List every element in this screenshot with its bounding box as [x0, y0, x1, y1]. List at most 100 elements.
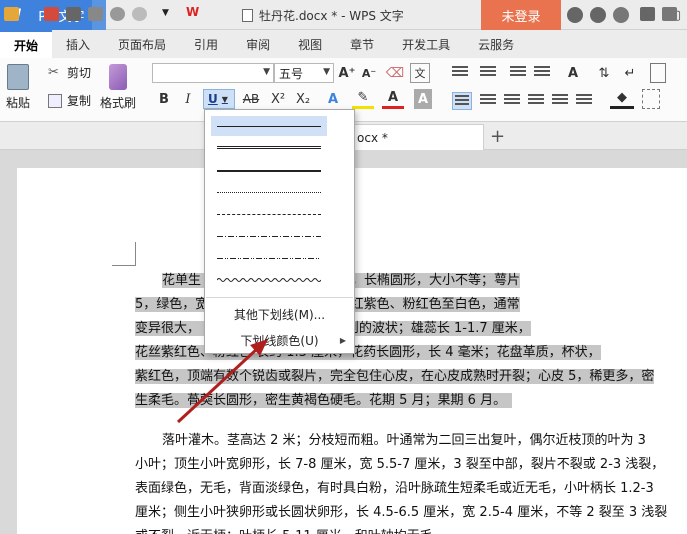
export-pdf-icon[interactable]: [44, 7, 59, 21]
chevron-down-icon[interactable]: ▼: [222, 95, 228, 104]
chinese-layout-icon[interactable]: A: [562, 63, 584, 83]
other-underline-item[interactable]: 其他下划线(M)...: [205, 303, 354, 325]
font-size-value: 五号: [279, 66, 304, 81]
justify-icon[interactable]: [528, 94, 544, 108]
underline-style-thick[interactable]: [211, 160, 327, 180]
format-painter-label: 格式刷: [100, 96, 137, 110]
tab-insert[interactable]: 插入: [52, 30, 104, 58]
text-line: 落叶灌木。茎高达 2 米；分枝短而粗。叶通常为二回三出复叶，偶尔近枝顶的叶为 3: [162, 433, 646, 448]
text-line: 生柔毛。蓇葖长圆形，密生黄褐色硬毛。花期 5 月；果期 6 月。: [135, 393, 513, 408]
numbered-list-icon[interactable]: [480, 66, 496, 80]
subscript-button[interactable]: X₂: [292, 89, 314, 109]
underline-button[interactable]: U ▼: [203, 89, 235, 109]
print-icon[interactable]: [66, 7, 81, 21]
italic-button[interactable]: I: [180, 89, 196, 109]
bold-button[interactable]: B: [156, 89, 172, 109]
tab-cloud[interactable]: 云服务: [464, 30, 528, 58]
font-color-button[interactable]: A: [382, 89, 404, 109]
paragraph-2[interactable]: 落叶灌木。茎高达 2 米；分枝短而粗。叶通常为二回三出复叶，偶尔近枝顶的叶为 3…: [135, 429, 687, 534]
settings-icon[interactable]: [590, 7, 606, 23]
customize-chevron-icon[interactable]: ▼: [162, 8, 177, 22]
superscript-button[interactable]: X²: [268, 89, 288, 109]
chevron-down-icon: ▼: [263, 67, 270, 77]
tab-references[interactable]: 引用: [180, 30, 232, 58]
tab-sections[interactable]: 章节: [336, 30, 388, 58]
align-right-icon[interactable]: [504, 94, 520, 108]
document-icon: [242, 8, 253, 22]
text-line: 厘米；侧生小叶狭卵形或长圆状卵形，长 4.5-6.5 厘米，宽 2.5-4 厘米…: [135, 505, 668, 520]
underline-style-single[interactable]: [211, 116, 327, 136]
print-preview-icon[interactable]: [88, 7, 103, 21]
align-center-icon[interactable]: [480, 94, 496, 108]
underline-label: U: [208, 92, 218, 106]
strikethrough-button[interactable]: AB: [238, 89, 264, 109]
share-icon[interactable]: [613, 7, 629, 23]
format-brush-icon: [109, 64, 127, 90]
text-line: 或不裂，近无柄；叶柄长 5-11 厘米，和叶轴均无毛。: [135, 525, 687, 534]
underline-style-dash-dot-dot[interactable]: [211, 248, 327, 268]
borders-icon[interactable]: [642, 89, 660, 109]
underline-style-double[interactable]: [211, 138, 327, 158]
copy-button[interactable]: 复制: [48, 92, 91, 109]
underline-color-item[interactable]: 下划线颜色(U) ▶: [205, 329, 354, 351]
highlight-icon[interactable]: ✎: [352, 89, 374, 109]
ribbon-tabs: 开始 插入 页面布局 引用 审阅 视图 章节 开发工具 云服务: [0, 30, 687, 58]
clear-format-icon[interactable]: ⌫: [384, 63, 406, 83]
play-icon[interactable]: [640, 7, 655, 21]
underline-style-dash-dot[interactable]: [211, 226, 327, 246]
cut-button[interactable]: ✂ 剪切: [48, 64, 91, 81]
redo-icon[interactable]: [132, 7, 147, 21]
phonetic-icon[interactable]: 文: [410, 63, 430, 83]
open-folder-icon[interactable]: [4, 7, 19, 21]
menu-divider: [206, 297, 353, 298]
underline-style-dotted[interactable]: [211, 182, 327, 202]
clipboard-icon: [7, 64, 29, 90]
tab-view[interactable]: 视图: [284, 30, 336, 58]
save-icon[interactable]: [24, 7, 39, 21]
copy-icon: [48, 93, 62, 108]
sort-icon[interactable]: ⇅: [596, 63, 612, 83]
show-marks-icon[interactable]: ↵: [620, 63, 640, 83]
text-line: 表面绿色，无毛，背面淡绿色，有时具白粉，沿叶脉疏生短柔毛或近无毛，小叶柄长 1.…: [135, 481, 654, 496]
window-title: 牡丹花.docx * - WPS 文字: [242, 0, 404, 30]
decrease-indent-icon[interactable]: [510, 66, 526, 80]
table-icon[interactable]: [650, 63, 666, 83]
grow-font-button[interactable]: A⁺: [338, 63, 356, 83]
paste-button[interactable]: 粘贴: [6, 64, 30, 111]
font-name-select[interactable]: ▼: [152, 63, 274, 83]
window-icon[interactable]: [662, 7, 677, 21]
underline-style-wave[interactable]: [211, 270, 327, 290]
wps-doc-icon: W: [186, 5, 200, 19]
title-bar: W WPS 文字 ▼ 牡丹花.docx * - WPS 文字 未登录 ? ▢: [0, 0, 687, 30]
paragraph-shading-icon[interactable]: ◆: [610, 89, 634, 109]
bullet-list-icon[interactable]: [452, 66, 468, 80]
underline-style-dashed[interactable]: [211, 204, 327, 224]
scissors-icon: ✂: [48, 64, 59, 80]
char-shading-button[interactable]: A: [414, 89, 432, 109]
text-effect-button[interactable]: A: [322, 89, 344, 109]
tab-page-layout[interactable]: 页面布局: [104, 30, 180, 58]
tab-home[interactable]: 开始: [0, 30, 53, 58]
underline-color-label: 下划线颜色(U): [240, 333, 319, 348]
text-line: 紫红色，顶端有数个锐齿或裂片，完全包住心皮，在心皮成熟时开裂；心皮 5，稀更多，…: [135, 369, 655, 384]
copy-label: 复制: [67, 94, 92, 108]
undo-icon[interactable]: [110, 7, 125, 21]
document-tab[interactable]: ocx *: [350, 124, 484, 150]
tab-review[interactable]: 审阅: [232, 30, 284, 58]
document-tab-label: ocx *: [357, 130, 388, 145]
font-size-select[interactable]: 五号 ▼: [274, 63, 334, 83]
increase-indent-icon[interactable]: [534, 66, 550, 80]
login-button[interactable]: 未登录: [481, 0, 561, 30]
shrink-font-button[interactable]: A⁻: [360, 63, 378, 83]
add-tab-button[interactable]: +: [490, 126, 505, 147]
line-spacing-icon[interactable]: [576, 94, 592, 108]
tab-developer[interactable]: 开发工具: [388, 30, 464, 58]
skin-icon[interactable]: [567, 7, 583, 23]
wave-line-icon: [217, 278, 321, 282]
format-painter-button[interactable]: 格式刷: [100, 64, 136, 111]
distribute-icon[interactable]: [552, 94, 568, 108]
submenu-arrow-icon: ▶: [339, 335, 346, 345]
margin-corner-mark: [112, 242, 136, 266]
align-left-icon[interactable]: [452, 92, 472, 110]
text-line: 小叶；顶生小叶宽卵形，长 7-8 厘米，宽 5.5-7 厘米，3 裂至中部，裂片…: [135, 457, 665, 472]
